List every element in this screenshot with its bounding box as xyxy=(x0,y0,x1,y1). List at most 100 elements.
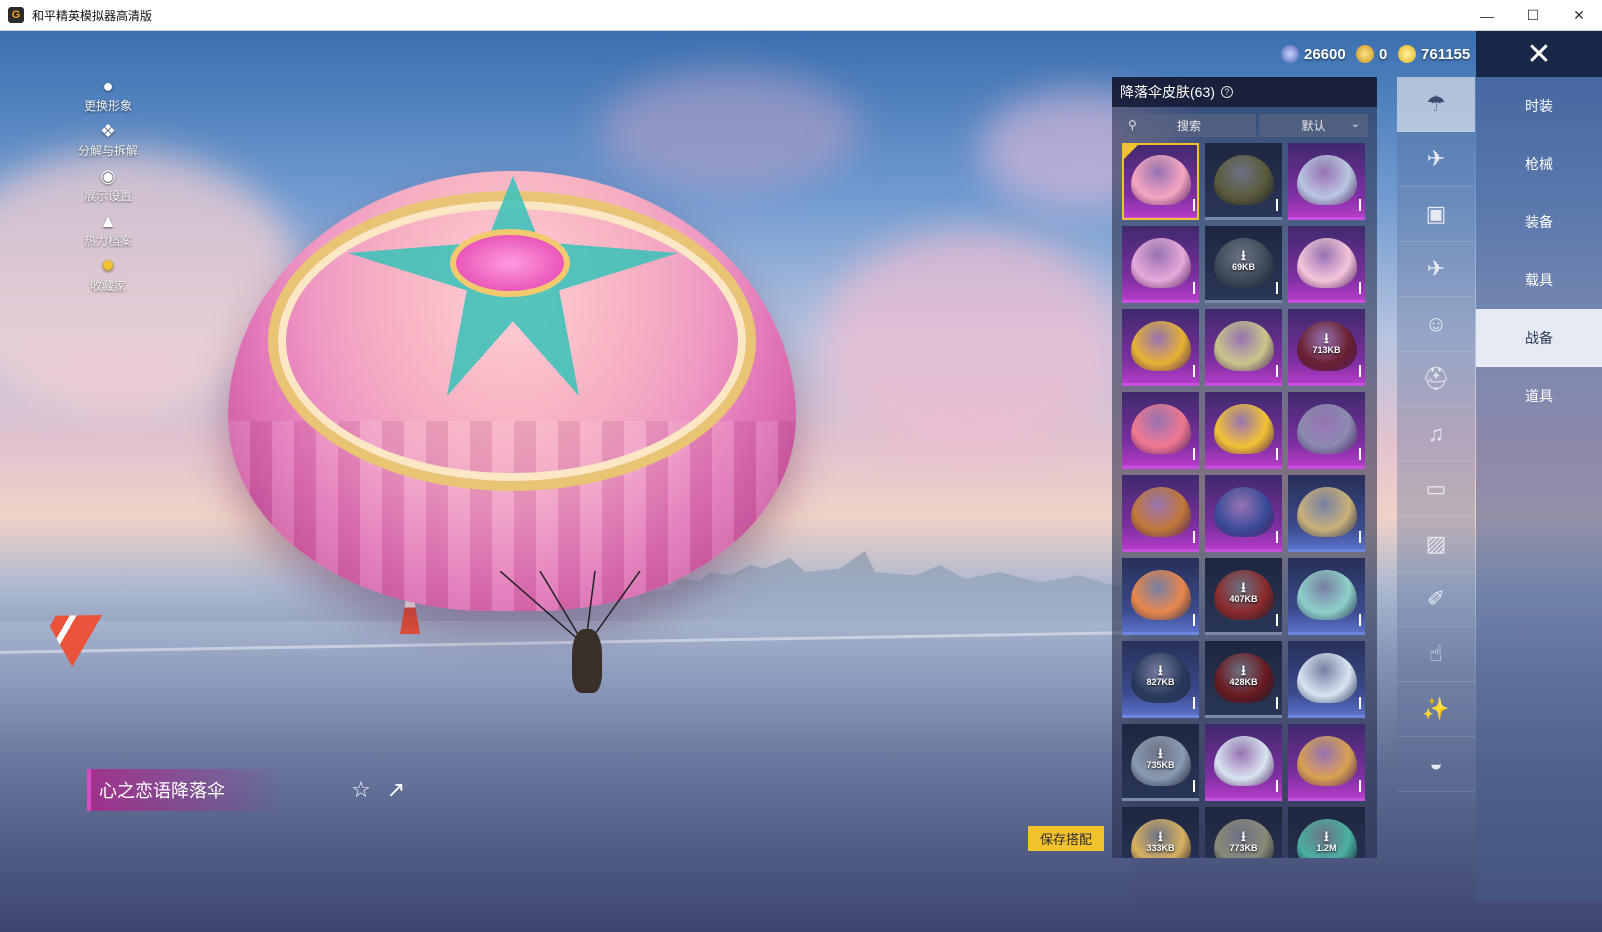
tile-level-bar xyxy=(1276,614,1278,626)
download-size-label: ⭳ 1.2M xyxy=(1288,829,1365,853)
skin-tile[interactable] xyxy=(1288,558,1365,635)
skin-tile[interactable]: ⭳ 69KB xyxy=(1205,226,1282,303)
skin-tile[interactable] xyxy=(1122,143,1199,220)
spray-can-icon[interactable]: ✐ xyxy=(1397,572,1475,627)
parachute-thumbnail xyxy=(1213,155,1274,205)
close-window-button[interactable]: ✕ xyxy=(1556,0,1602,31)
download-icon: ⭳ xyxy=(1241,662,1246,678)
tile-level-bar xyxy=(1276,531,1278,543)
skin-tile[interactable]: ⭳ 333KB xyxy=(1122,807,1199,858)
download-size-label: ⭳ 407KB xyxy=(1205,580,1282,604)
tile-level-bar xyxy=(1359,614,1361,626)
skin-tile[interactable] xyxy=(1122,226,1199,303)
star-plus-icon[interactable]: ☆ xyxy=(347,776,375,804)
category-tab[interactable]: 道具 xyxy=(1476,367,1602,425)
tile-level-bar xyxy=(1276,365,1278,377)
currency-gem: 26600 xyxy=(1281,44,1346,64)
share-icon[interactable]: ↗ xyxy=(382,776,410,804)
airplane-trail-icon[interactable]: ✈ xyxy=(1397,132,1475,187)
tile-level-bar xyxy=(1276,282,1278,294)
skin-tile[interactable]: ⭳ 735KB xyxy=(1122,724,1199,801)
download-size-label: ⭳ 827KB xyxy=(1122,663,1199,687)
download-icon: ⭳ xyxy=(1158,745,1163,761)
skin-tile[interactable] xyxy=(1205,309,1282,386)
chat-bubble-icon[interactable]: ▭ xyxy=(1397,462,1475,517)
skin-tile[interactable] xyxy=(1122,475,1199,552)
search-input[interactable]: ⚲ 搜索 xyxy=(1122,114,1256,137)
speaker-icon[interactable]: ♫ xyxy=(1397,407,1475,462)
parachute-thumbnail xyxy=(1213,487,1274,537)
parachute-icon[interactable]: ☂ xyxy=(1397,77,1475,132)
skin-tile[interactable]: ⭳ 773KB xyxy=(1205,807,1282,858)
display-settings-item[interactable]: ◉ 展示设置 xyxy=(70,165,146,210)
category-tab[interactable]: 载具 xyxy=(1476,251,1602,309)
heat-archive-item[interactable]: ▲ 热力档案 xyxy=(70,210,146,255)
skin-tile[interactable]: ⭳ 428KB xyxy=(1205,641,1282,718)
skin-tile[interactable]: ⭳ 713KB xyxy=(1288,309,1365,386)
sort-dropdown[interactable]: 默认 ⌄ xyxy=(1259,114,1368,137)
parachute-thumbnail xyxy=(1130,238,1191,288)
dish-icon[interactable]: ◒ xyxy=(1397,737,1475,792)
decompose-item[interactable]: ❖ 分解与拆解 xyxy=(70,120,146,165)
parachute-thumbnail xyxy=(1296,238,1357,288)
left-menu: ● 更换形象 ❖ 分解与拆解 ◉ 展示设置 ▲ 热力档案 ✹ 收藏家 xyxy=(70,75,146,300)
skin-tile[interactable] xyxy=(1288,724,1365,801)
tile-level-bar xyxy=(1193,365,1195,377)
subcategory-icon-column: ☂ ✈ ▣ ✈ ☺ ⛑ ♫ ▭ ▨ ✐ ☝ ✨ ◒ xyxy=(1397,77,1475,801)
yellow-coin-icon xyxy=(1398,45,1416,63)
puzzle-icon: ❖ xyxy=(99,120,117,141)
skin-tile[interactable]: ⭳ 407KB xyxy=(1205,558,1282,635)
magic-wand-icon[interactable]: ✨ xyxy=(1397,682,1475,737)
help-icon[interactable]: ? xyxy=(1220,86,1233,98)
skin-tile[interactable] xyxy=(1205,724,1282,801)
skin-tile[interactable] xyxy=(1205,392,1282,469)
flame-icon: ▲ xyxy=(99,210,117,231)
parachute-model[interactable] xyxy=(228,171,796,611)
change-avatar-item[interactable]: ● 更换形象 xyxy=(70,75,146,120)
chevron-down-icon: ⌄ xyxy=(1350,118,1360,130)
maximize-button[interactable]: ☐ xyxy=(1510,0,1556,31)
category-tab[interactable]: 枪械 xyxy=(1476,135,1602,193)
minimize-button[interactable]: — xyxy=(1464,0,1510,31)
save-outfit-button[interactable]: 保存搭配 xyxy=(1028,826,1104,851)
parachute-thumbnail xyxy=(1296,653,1357,703)
helmet-icon[interactable]: ⛑ xyxy=(1397,352,1475,407)
skin-tile[interactable] xyxy=(1122,309,1199,386)
backpack-icon[interactable]: ▣ xyxy=(1397,187,1475,242)
category-tab[interactable]: 时装 xyxy=(1476,77,1602,135)
parachute-thumbnail xyxy=(1130,404,1191,454)
window-controls: — ☐ ✕ xyxy=(1464,0,1602,31)
skin-tile[interactable] xyxy=(1288,392,1365,469)
finger-tap-icon[interactable]: ☝ xyxy=(1397,627,1475,682)
picture-icon[interactable]: ▨ xyxy=(1397,517,1475,572)
panel-title: 降落伞皮肤(63) xyxy=(1120,84,1215,100)
download-icon: ⭳ xyxy=(1241,247,1246,263)
skin-tile[interactable] xyxy=(1205,143,1282,220)
skin-tile[interactable]: ⭳ 827KB xyxy=(1122,641,1199,718)
emote-face-icon[interactable]: ☺ xyxy=(1397,297,1475,352)
skin-tile[interactable] xyxy=(1288,475,1365,552)
plane-icon[interactable]: ✈ xyxy=(1397,242,1475,297)
parachute-thumbnail xyxy=(1130,321,1191,371)
category-tab[interactable]: 战备 xyxy=(1476,309,1602,367)
gold-a-coin-icon xyxy=(1356,45,1374,63)
skin-panel: 降落伞皮肤(63) ? ⚲ 搜索 默认 ⌄ ⭳ 69KB ⭳ 713KB ⭳ 407KB ⭳… xyxy=(1112,77,1377,858)
category-tab[interactable]: 装备 xyxy=(1476,193,1602,251)
parachute-thumbnail xyxy=(1296,487,1357,537)
tile-level-bar xyxy=(1359,199,1361,211)
skin-tile[interactable]: ⭳ 1.2M xyxy=(1288,807,1365,858)
collector-item[interactable]: ✹ 收藏家 xyxy=(70,255,146,300)
download-icon: ⭳ xyxy=(1241,828,1246,844)
parachute-thumbnail xyxy=(1296,155,1357,205)
skin-tile[interactable] xyxy=(1288,641,1365,718)
equipped-check-icon xyxy=(1122,143,1140,161)
close-x-icon[interactable]: ✕ xyxy=(1476,31,1602,77)
tile-level-bar xyxy=(1276,448,1278,460)
skin-tile[interactable] xyxy=(1122,392,1199,469)
skin-tile[interactable] xyxy=(1205,475,1282,552)
skin-tile[interactable] xyxy=(1122,558,1199,635)
skin-tile[interactable] xyxy=(1288,143,1365,220)
skin-tile[interactable] xyxy=(1288,226,1365,303)
eye-icon: ◉ xyxy=(100,165,116,186)
download-size-label: ⭳ 333KB xyxy=(1122,829,1199,853)
